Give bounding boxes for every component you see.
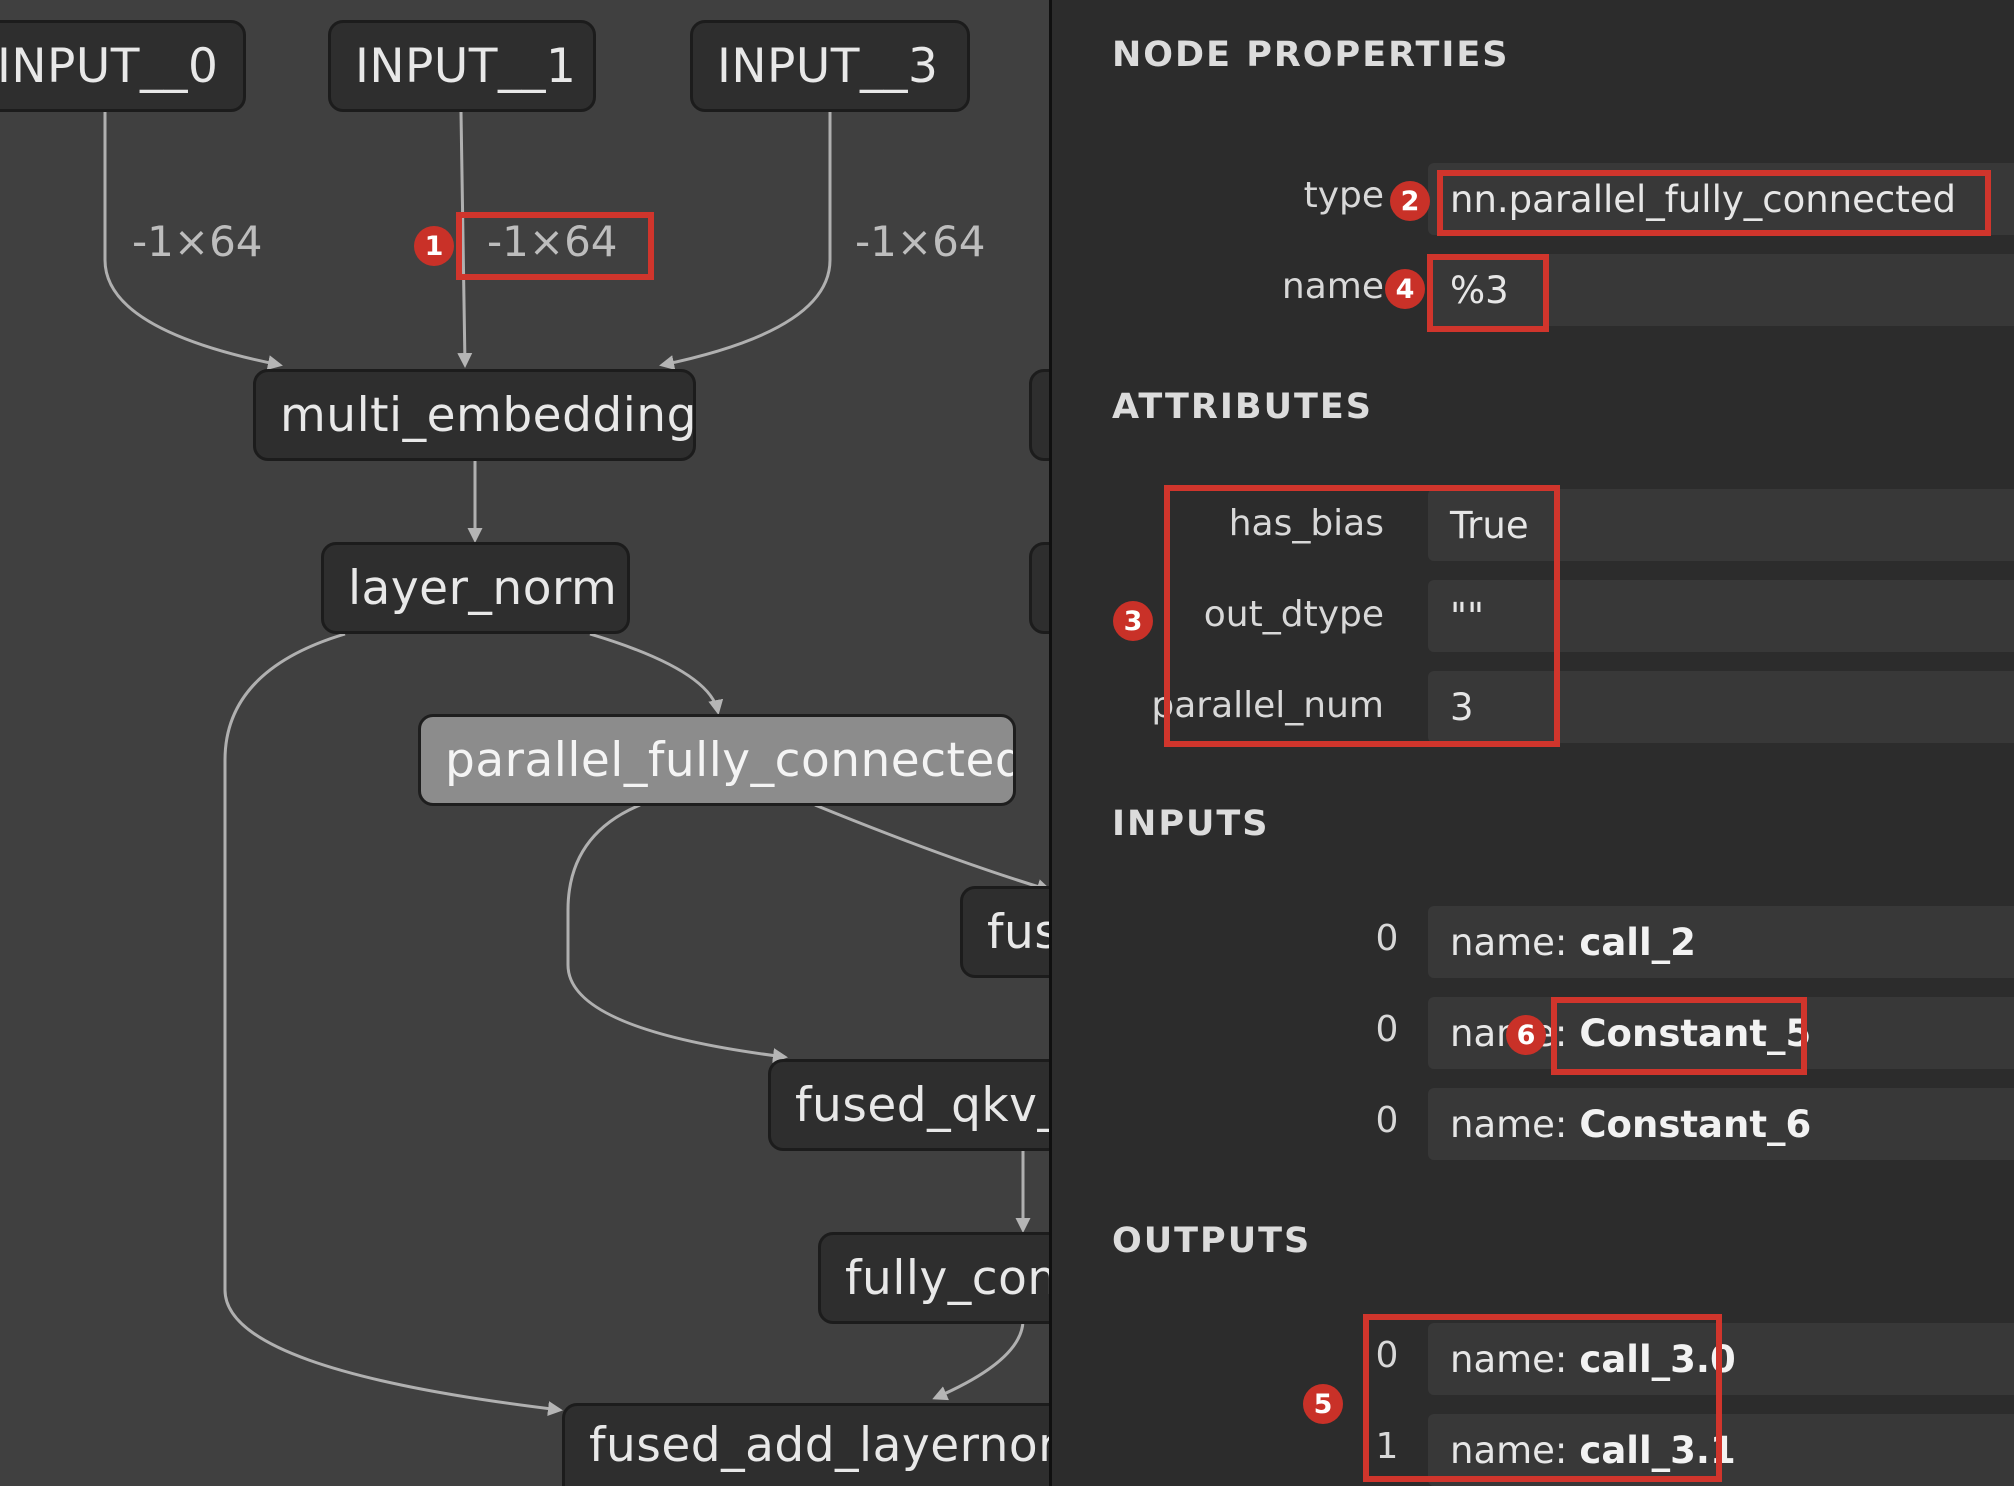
output-name-value: call_3.0 [1579, 1337, 1736, 1381]
input-item[interactable]: name: Constant_6 [1428, 1088, 2014, 1160]
node-fused-add-layernorm[interactable]: fused_add_layernorm [562, 1403, 1049, 1486]
attr-key-has-bias: has_bias [1228, 503, 1384, 544]
output-name-prefix: name: [1450, 1337, 1568, 1381]
node-fully-connected[interactable]: fully_conn [818, 1232, 1049, 1324]
input-index: 0 [1375, 1100, 1399, 1141]
annotation-badge-5: 5 [1303, 1384, 1343, 1424]
annotation-badge-4: 4 [1385, 269, 1425, 309]
output-name-value: call_3.1 [1579, 1428, 1736, 1472]
edge-parallel-fc-fused-qkv-b [814, 803, 1049, 894]
input-name-value: Constant_5 [1579, 1011, 1812, 1055]
node-multi-embedding[interactable]: multi_embedding [253, 369, 696, 461]
section-title-inputs: INPUTS [1112, 804, 1270, 844]
node-offscreen-a[interactable] [1029, 369, 1049, 461]
input-name-value: Constant_6 [1579, 1102, 1812, 1146]
attr-key-parallel-num: parallel_num [1151, 685, 1384, 726]
node-fused-partial[interactable]: fus [960, 886, 1049, 978]
annotation-badge-1: 1 [414, 226, 454, 266]
edge-layer-norm-parallel-fc [589, 632, 724, 715]
edge-label-input-3: -1×64 [855, 217, 986, 266]
input-name-prefix: name: [1450, 1102, 1568, 1146]
section-title-attributes: ATTRIBUTES [1112, 387, 1373, 427]
node-fused-qkv[interactable]: fused_qkv_ [768, 1059, 1049, 1151]
edge-input3-multi-embedding [659, 112, 832, 370]
attr-value-parallel-num[interactable]: 3 [1428, 671, 2014, 743]
graph-canvas[interactable]: INPUT__0 INPUT__1 INPUT__3 -1×64 -1×64 -… [0, 0, 1049, 1486]
attr-key-out-dtype: out_dtype [1203, 594, 1384, 635]
node-parallel-fully-connected[interactable]: parallel_fully_connected [418, 714, 1016, 806]
node-input-1[interactable]: INPUT__1 [328, 20, 596, 112]
edge-fully-conn-fused-add [932, 1319, 1025, 1401]
section-title-node-properties: NODE PROPERTIES [1112, 35, 1510, 75]
node-offscreen-b[interactable] [1029, 542, 1049, 634]
type-value[interactable]: nn.parallel_fully_connected [1428, 163, 2014, 235]
input-index: 0 [1375, 1009, 1399, 1050]
node-input-3[interactable]: INPUT__3 [690, 20, 970, 112]
input-name-prefix: name: [1450, 920, 1568, 964]
output-item[interactable]: name: call_3.1 [1428, 1414, 2014, 1486]
node-input-0[interactable]: INPUT__0 [0, 20, 246, 112]
annotation-badge-3: 3 [1113, 601, 1153, 641]
node-properties-panel: NODE PROPERTIES type nn.parallel_fully_c… [1049, 0, 2014, 1486]
node-layer-norm[interactable]: layer_norm [321, 542, 630, 634]
edge-label-input-1: -1×64 [487, 217, 618, 266]
output-name-prefix: name: [1450, 1428, 1568, 1472]
edge-label-input-0: -1×64 [132, 217, 263, 266]
input-item[interactable]: name: call_2 [1428, 906, 2014, 978]
input-name-value: call_2 [1579, 920, 1696, 964]
output-index: 1 [1375, 1426, 1399, 1467]
annotation-badge-6: 6 [1506, 1015, 1546, 1055]
input-index: 0 [1375, 918, 1399, 959]
attr-value-has-bias[interactable]: True [1428, 489, 2014, 561]
type-label: type [1303, 175, 1384, 216]
output-index: 0 [1375, 1335, 1399, 1376]
edge-parallel-fc-fused-qkv-a [566, 803, 788, 1063]
annotation-badge-2: 2 [1390, 181, 1430, 221]
name-value[interactable]: %3 [1428, 254, 2014, 326]
name-label: name [1281, 266, 1384, 307]
section-title-outputs: OUTPUTS [1112, 1221, 1312, 1261]
attr-value-out-dtype[interactable]: "" [1428, 580, 2014, 652]
output-item[interactable]: name: call_3.0 [1428, 1323, 2014, 1395]
edge-input1-multi-embedding [457, 111, 473, 368]
